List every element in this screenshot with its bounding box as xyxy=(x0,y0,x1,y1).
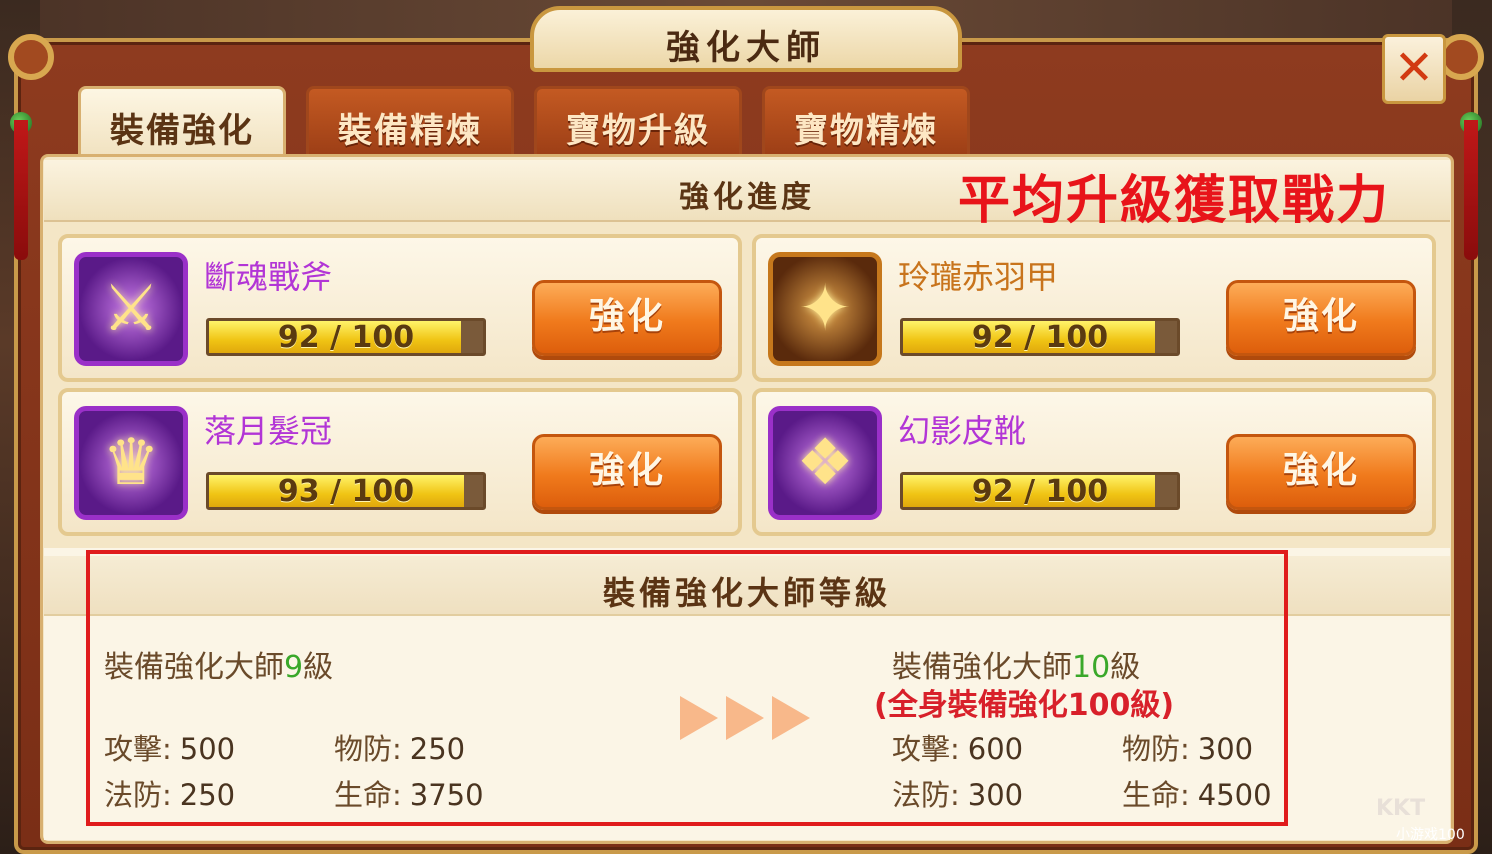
current-master-level: 裝備強化大師9級 xyxy=(104,642,333,686)
boots-icon[interactable]: ❖ xyxy=(768,406,882,520)
tassel-right xyxy=(1464,120,1478,260)
stat-label: 法防: xyxy=(892,778,960,812)
stat-value: 300 xyxy=(1197,732,1254,766)
progress-text: 92 / 100 xyxy=(971,474,1109,509)
current-level-suffix: 級 xyxy=(303,650,334,685)
armor-icon[interactable]: ✦ xyxy=(768,252,882,366)
next-level-arrows-icon xyxy=(680,690,820,746)
equipment-name: 幻影皮靴 xyxy=(898,412,1027,450)
current-stat-physical-defense: 物防: 250 xyxy=(334,726,465,768)
next-stat-hp: 生命: 4500 xyxy=(1122,772,1272,814)
tab-equipment-refine[interactable]: 裝備精煉 xyxy=(306,86,514,156)
stat-value: 500 xyxy=(179,732,236,766)
current-level-number: 9 xyxy=(284,650,304,685)
progress-section-title: 強化進度 xyxy=(679,180,815,215)
enhance-button-label: 強化 xyxy=(1282,296,1359,337)
current-level-prefix: 裝備強化大師 xyxy=(104,650,284,685)
enhance-progress-bar: 93 / 100 xyxy=(206,472,486,510)
enhance-progress-bar: 92 / 100 xyxy=(900,318,1180,356)
next-level-requirement: (全身裝備強化100級) xyxy=(874,688,1175,723)
stat-label: 法防: xyxy=(104,778,172,812)
watermark-logo: KKT xyxy=(1376,796,1426,821)
close-button[interactable]: ✕ xyxy=(1382,34,1446,104)
progress-text: 92 / 100 xyxy=(971,320,1109,355)
tab-label: 寶物精煉 xyxy=(794,111,938,151)
stat-label: 物防: xyxy=(1122,732,1190,766)
tassel-left xyxy=(14,120,28,260)
enhance-button-label: 強化 xyxy=(588,296,665,337)
next-stat-attack: 攻擊: 600 xyxy=(892,726,1023,768)
enhance-button-label: 強化 xyxy=(1282,450,1359,491)
progress-text: 92 / 100 xyxy=(277,320,415,355)
enhance-progress-bar: 92 / 100 xyxy=(900,472,1180,510)
stat-value: 600 xyxy=(967,732,1024,766)
watermark-sub: 小游戏100 xyxy=(1396,827,1465,843)
current-stat-magic-defense: 法防: 250 xyxy=(104,772,235,814)
tab-label: 裝備精煉 xyxy=(338,111,482,151)
axe-icon[interactable]: ⚔ xyxy=(74,252,188,366)
tab-equipment-enhance[interactable]: 裝備強化 xyxy=(78,86,286,156)
equipment-card-weapon: ⚔ 斷魂戰斧 92 / 100 強化 xyxy=(58,234,742,382)
equipment-name: 落月髮冠 xyxy=(204,412,333,450)
current-stat-attack: 攻擊: 500 xyxy=(104,726,235,768)
stat-value: 4500 xyxy=(1197,778,1272,812)
equipment-name: 斷魂戰斧 xyxy=(204,258,333,296)
annotation-text: 平均升級獲取戰力 xyxy=(958,171,1391,231)
enhance-button[interactable]: 強化 xyxy=(532,280,722,356)
tab-label: 寶物升級 xyxy=(566,111,710,151)
dialog-title: 強化大師 xyxy=(666,28,826,68)
close-icon: ✕ xyxy=(1393,40,1435,96)
enhance-progress-bar: 92 / 100 xyxy=(206,318,486,356)
progress-text: 93 / 100 xyxy=(277,474,415,509)
enhance-button[interactable]: 強化 xyxy=(1226,280,1416,356)
stat-label: 攻擊: xyxy=(104,732,172,766)
enhance-button[interactable]: 強化 xyxy=(532,434,722,510)
frame-corner-ornament-left xyxy=(8,34,54,80)
enhance-button-label: 強化 xyxy=(588,450,665,491)
tab-treasure-upgrade[interactable]: 寶物升級 xyxy=(534,86,742,156)
stat-value: 3750 xyxy=(409,778,484,812)
equipment-card-boots: ❖ 幻影皮靴 92 / 100 強化 xyxy=(752,388,1436,536)
equipment-name: 玲瓏赤羽甲 xyxy=(898,258,1059,296)
equipment-card-armor: ✦ 玲瓏赤羽甲 92 / 100 強化 xyxy=(752,234,1436,382)
stat-label: 攻擊: xyxy=(892,732,960,766)
enhance-button[interactable]: 強化 xyxy=(1226,434,1416,510)
dialog-title-plate: 強化大師 xyxy=(530,6,962,72)
stat-value: 250 xyxy=(179,778,236,812)
next-stat-magic-defense: 法防: 300 xyxy=(892,772,1023,814)
helmet-icon[interactable]: ♛ xyxy=(74,406,188,520)
stat-label: 物防: xyxy=(334,732,402,766)
stat-value: 300 xyxy=(967,778,1024,812)
tab-label: 裝備強化 xyxy=(110,111,254,151)
next-stat-physical-defense: 物防: 300 xyxy=(1122,726,1253,768)
stat-value: 250 xyxy=(409,732,466,766)
current-stat-hp: 生命: 3750 xyxy=(334,772,484,814)
stat-label: 生命: xyxy=(1122,778,1190,812)
stat-label: 生命: xyxy=(334,778,402,812)
equipment-card-helmet: ♛ 落月髮冠 93 / 100 強化 xyxy=(58,388,742,536)
tab-treasure-refine[interactable]: 寶物精煉 xyxy=(762,86,970,156)
